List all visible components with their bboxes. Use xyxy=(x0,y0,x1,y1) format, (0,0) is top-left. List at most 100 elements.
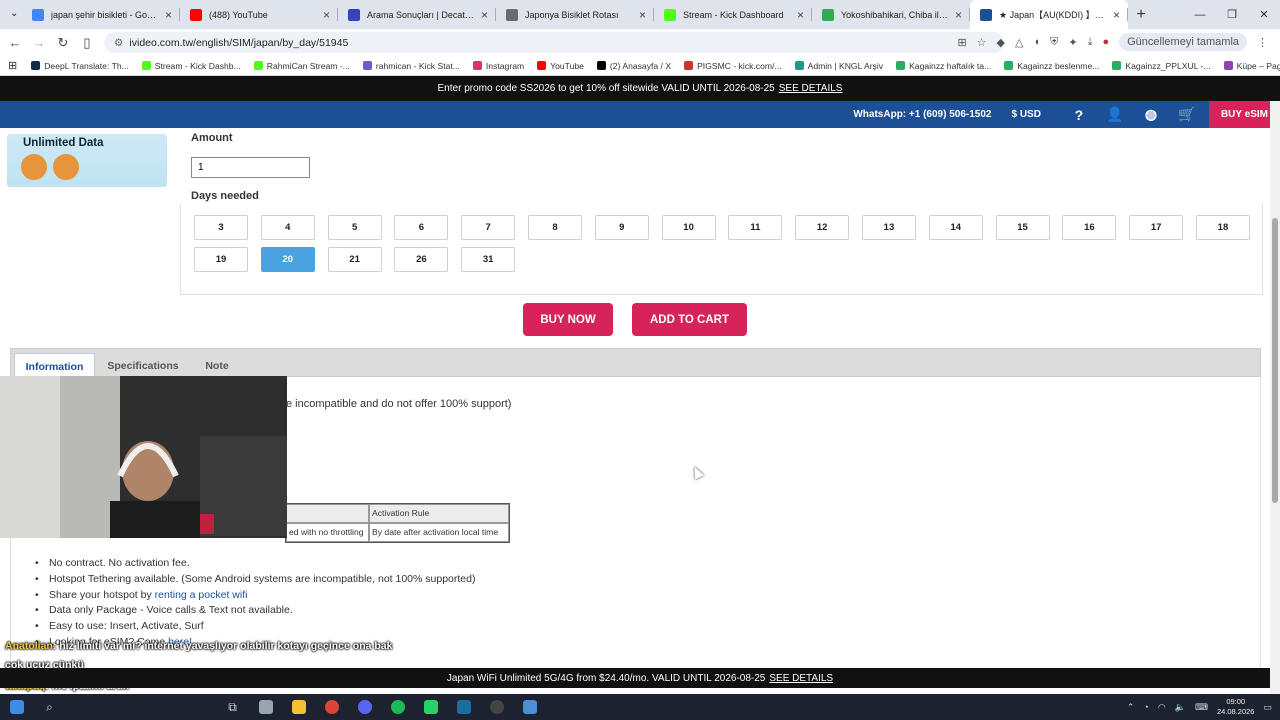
tab-close-icon[interactable]: × xyxy=(955,8,962,22)
task-view-icon[interactable]: ⧉ xyxy=(216,694,249,720)
day-option-8[interactable]: 8 xyxy=(527,215,582,240)
obs-icon[interactable] xyxy=(480,694,513,720)
puzzle-icon[interactable]: ✦ xyxy=(1068,36,1077,49)
amount-input[interactable] xyxy=(191,157,310,178)
bookmark-item[interactable]: Kagainzz_PPLXUL -... xyxy=(1112,61,1211,71)
discord-icon[interactable] xyxy=(348,694,381,720)
day-option-4[interactable]: 4 xyxy=(260,215,315,240)
promo-details-link[interactable]: SEE DETAILS xyxy=(779,83,843,94)
bookmark-item[interactable]: Instagram xyxy=(472,61,524,71)
bookmark-item[interactable]: Küpe – Page 2 xyxy=(1223,61,1280,71)
start-icon[interactable] xyxy=(0,694,33,720)
account-icon[interactable]: 👤 xyxy=(1097,106,1133,123)
tab-close-icon[interactable]: × xyxy=(481,8,488,22)
vpn-icon[interactable]: △ xyxy=(1015,36,1023,49)
apps-icon[interactable]: ⊞ xyxy=(8,59,17,72)
tab-close-icon[interactable]: × xyxy=(323,8,330,22)
scrollbar-thumb[interactable] xyxy=(1272,218,1278,503)
network-icon[interactable]: ◔ xyxy=(1143,702,1148,712)
day-option-13[interactable]: 13 xyxy=(861,215,916,240)
bookmark-item[interactable]: rahmican - Kick Stat... xyxy=(362,61,460,71)
whatsapp-icon[interactable] xyxy=(414,694,447,720)
day-option-12[interactable]: 12 xyxy=(795,215,850,240)
bookmark-item[interactable]: Kagainzz beslenme... xyxy=(1004,61,1099,71)
folder-icon[interactable] xyxy=(282,694,315,720)
menu-icon[interactable]: ⋮ xyxy=(1257,36,1268,49)
tab-close-icon[interactable]: × xyxy=(639,8,646,22)
add-to-cart-button[interactable]: ADD TO CART xyxy=(632,303,747,336)
day-option-6[interactable]: 6 xyxy=(394,215,449,240)
close-window-icon[interactable]: ✕ xyxy=(1248,8,1280,21)
tab-close-icon[interactable]: × xyxy=(1113,8,1120,22)
explorer-icon[interactable] xyxy=(249,694,282,720)
browser-tab[interactable]: (488) YouTube × xyxy=(180,0,338,29)
day-option-14[interactable]: 14 xyxy=(928,215,983,240)
day-option-3[interactable]: 3 xyxy=(194,215,248,240)
bookmark-item[interactable]: Kagainzz haftalık ta... xyxy=(896,61,991,71)
browser-tab[interactable]: Arama Sonuçları | Decathlon × xyxy=(338,0,496,29)
day-option-7[interactable]: 7 xyxy=(461,215,516,240)
buy-now-button[interactable]: BUY NOW xyxy=(523,303,613,336)
day-option-31[interactable]: 31 xyxy=(461,247,516,272)
day-option-10[interactable]: 10 xyxy=(661,215,716,240)
address-bar[interactable]: ⚙ ivideo.com.tw/english/SIM/japan/by_day… xyxy=(104,32,1004,53)
audio-icon[interactable]: ◖ xyxy=(1033,36,1040,48)
day-option-20[interactable]: 20 xyxy=(260,247,315,272)
browser-tab[interactable]: ★ Japan【AU(KDDI) 】Unlimited × xyxy=(970,0,1128,29)
sidebar-icon[interactable]: ▯ xyxy=(75,35,99,51)
bookmark-item[interactable]: PIGSMC - kick.com/... xyxy=(684,61,782,71)
tab-close-icon[interactable]: × xyxy=(165,8,172,22)
browser-tab[interactable]: japan şehir bisikleti - Google'da × xyxy=(22,0,180,29)
globe-icon[interactable]: ◍ xyxy=(1133,106,1169,123)
browser-tab[interactable]: Japonya Bisiklet Rotası × xyxy=(496,0,654,29)
currency-selector[interactable]: $ USD xyxy=(1011,109,1040,120)
day-option-26[interactable]: 26 xyxy=(394,247,449,272)
help-icon[interactable]: ? xyxy=(1061,107,1097,123)
tab-close-icon[interactable]: × xyxy=(797,8,804,22)
site-info-icon[interactable]: ⚙ xyxy=(114,37,123,49)
cart-icon[interactable]: 🛒 xyxy=(1169,106,1205,123)
day-option-5[interactable]: 5 xyxy=(327,215,382,240)
reload-icon[interactable]: ↻ xyxy=(51,35,75,51)
app-icon[interactable] xyxy=(513,694,546,720)
bookmark-item[interactable]: RahmiCan Stream -... xyxy=(253,61,350,71)
search-icon[interactable]: ⌕ xyxy=(33,694,66,720)
whatsapp-contact[interactable]: WhatsApp: +1 (609) 506-1502 xyxy=(853,109,991,120)
spotify-icon[interactable] xyxy=(381,694,414,720)
wifi-icon[interactable]: ◠ xyxy=(1158,702,1166,713)
shield-icon[interactable]: ⛨ xyxy=(1050,36,1058,49)
day-option-21[interactable]: 21 xyxy=(327,247,382,272)
downloads-icon[interactable]: ⤓ xyxy=(1088,36,1093,49)
bottom-promo-link[interactable]: SEE DETAILS xyxy=(769,673,833,684)
bookmark-item[interactable]: (2) Anasayfa / X xyxy=(596,61,671,71)
browser-tab[interactable]: Stream - Kick Dashboard × xyxy=(654,0,812,29)
day-option-16[interactable]: 16 xyxy=(1062,215,1117,240)
notification-icon[interactable]: ▭ xyxy=(1263,702,1272,713)
minimize-icon[interactable]: — xyxy=(1184,9,1216,21)
day-option-19[interactable]: 19 xyxy=(194,247,248,272)
clock[interactable]: 09:00 24.08.2026 xyxy=(1217,697,1255,717)
bookmark-item[interactable]: Admin | KNGL Arşiv xyxy=(794,61,883,71)
steam-icon[interactable] xyxy=(447,694,480,720)
bookmark-item[interactable]: YouTube xyxy=(537,61,584,71)
avatar[interactable]: ● xyxy=(1102,36,1109,48)
chrome-icon[interactable] xyxy=(315,694,348,720)
back-icon[interactable]: ← xyxy=(3,35,27,50)
restore-icon[interactable]: ❐ xyxy=(1216,8,1248,21)
bookmark-item[interactable]: Stream - Kick Dashb... xyxy=(141,61,241,71)
day-option-17[interactable]: 17 xyxy=(1129,215,1184,240)
new-tab-button[interactable]: + xyxy=(1128,6,1154,24)
bookmark-star-icon[interactable]: ☆ xyxy=(977,36,987,49)
chevron-up-icon[interactable]: ⌃ xyxy=(1127,702,1135,713)
day-option-11[interactable]: 11 xyxy=(728,215,783,240)
tab-search-icon[interactable]: ⌄ xyxy=(10,8,18,19)
browser-tab[interactable]: Yokoshibahikari, Chiba ili - Goo × xyxy=(812,0,970,29)
extension-icon[interactable]: ◆ xyxy=(997,36,1005,49)
update-button[interactable]: Güncellemeyi tamamla xyxy=(1119,33,1247,51)
lang-icon[interactable]: ⌨ xyxy=(1195,702,1208,713)
day-option-18[interactable]: 18 xyxy=(1195,215,1250,240)
day-option-15[interactable]: 15 xyxy=(995,215,1050,240)
pocket-wifi-link[interactable]: renting a pocket wifi xyxy=(155,589,248,601)
day-option-9[interactable]: 9 xyxy=(594,215,649,240)
volume-icon[interactable]: 🔈 xyxy=(1175,702,1186,713)
